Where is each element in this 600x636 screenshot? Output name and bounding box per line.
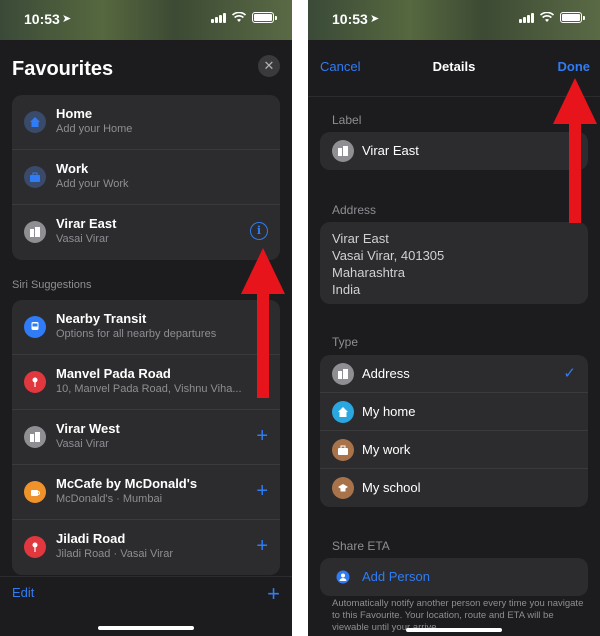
label-card: Virar East — [320, 132, 588, 170]
add-person-button[interactable]: Add Person — [362, 569, 430, 584]
graduation-cap-icon — [332, 477, 354, 499]
status-bar: 10:53 ➤ — [308, 0, 600, 40]
label-field[interactable]: Virar East — [320, 132, 588, 170]
address-line: Virar East — [332, 231, 389, 246]
location-arrow-icon: ➤ — [370, 13, 380, 25]
suggestion-title: Manvel Pada Road — [56, 366, 171, 381]
building-icon — [332, 140, 354, 162]
type-label: My school — [362, 480, 421, 495]
type-list: Address ✓ My home My work My school — [320, 355, 588, 507]
suggestion-mccafe[interactable]: McCafe by McDonald's McDonald's · Mumbai… — [12, 465, 280, 520]
suggestion-subtitle: Vasai Virar — [56, 438, 109, 450]
details-sheet: Cancel Details Done Label Virar East Add… — [308, 40, 600, 636]
suggestion-virar-west[interactable]: Virar West Vasai Virar + — [12, 410, 280, 465]
favourite-title: Home — [56, 106, 93, 121]
type-label: My home — [362, 404, 416, 419]
address-line: Vasai Virar, 401305 — [332, 248, 445, 263]
page-title: Details — [432, 59, 476, 74]
cafe-icon — [24, 481, 46, 503]
add-icon[interactable]: + — [256, 536, 268, 556]
building-icon — [24, 426, 46, 448]
label-value: Virar East — [362, 143, 419, 158]
suggestion-title: McCafe by McDonald's — [56, 476, 198, 491]
pin-icon — [24, 371, 46, 393]
add-icon[interactable]: + — [256, 426, 268, 446]
favourite-title: Virar East — [56, 216, 117, 231]
person-icon — [332, 566, 354, 588]
status-bar: 10:53 ➤ — [0, 0, 292, 40]
type-label: Address — [362, 366, 410, 381]
add-person-row[interactable]: Add Person — [320, 558, 588, 596]
info-icon[interactable]: i — [250, 222, 268, 240]
type-label: My work — [362, 442, 411, 457]
suggestion-subtitle: 10, Manvel Pada Road, Vishnu Viha... — [56, 383, 242, 395]
briefcase-icon — [332, 439, 354, 461]
house-icon — [24, 111, 46, 133]
favourites-screen: 10:53 ➤ Favourites ✕ Home Add your Home … — [0, 0, 292, 636]
signal-icon — [519, 12, 534, 23]
status-time: 10:53 — [332, 11, 368, 27]
type-my-work[interactable]: My work — [320, 431, 588, 469]
type-heading: Type — [332, 335, 359, 349]
add-favourite-button[interactable]: + — [267, 581, 280, 607]
bottom-toolbar: Edit + — [0, 576, 292, 636]
pin-icon — [24, 536, 46, 558]
share-eta-card: Add Person — [320, 558, 588, 596]
status-icons — [519, 12, 585, 23]
favourites-sheet: Favourites ✕ Home Add your Home Work Add… — [0, 40, 292, 636]
address-line: Maharashtra — [332, 265, 405, 280]
suggestion-title: Virar West — [56, 421, 120, 436]
share-eta-heading: Share ETA — [332, 539, 390, 553]
checkmark-icon: ✓ — [563, 365, 576, 382]
wifi-icon — [232, 12, 246, 22]
battery-icon — [560, 12, 585, 23]
building-icon — [332, 363, 354, 385]
status-icons — [211, 12, 277, 23]
status-time: 10:53 — [24, 11, 60, 27]
suggestion-subtitle: McDonald's · Mumbai — [56, 493, 163, 505]
suggestion-title: Jiladi Road — [56, 531, 126, 546]
annotation-arrow — [553, 78, 597, 223]
suggestion-subtitle: Jiladi Road · Vasai Virar — [56, 548, 173, 560]
home-indicator — [406, 628, 502, 632]
type-my-home[interactable]: My home — [320, 393, 588, 431]
house-icon — [332, 401, 354, 423]
suggestion-subtitle: Options for all nearby departures — [56, 328, 217, 340]
favourite-work[interactable]: Work Add your Work — [12, 150, 280, 205]
close-icon: ✕ — [263, 58, 275, 73]
annotation-arrow — [241, 248, 285, 398]
favourites-list: Home Add your Home Work Add your Work Vi… — [12, 95, 280, 260]
train-icon — [24, 316, 46, 338]
favourite-subtitle: Add your Work — [56, 178, 129, 190]
briefcase-icon — [24, 166, 46, 188]
done-button[interactable]: Done — [558, 59, 591, 74]
type-address[interactable]: Address ✓ — [320, 355, 588, 393]
wifi-icon — [540, 12, 554, 22]
favourite-title: Work — [56, 161, 89, 176]
home-indicator — [98, 626, 194, 630]
label-heading: Label — [332, 113, 362, 127]
address-heading: Address — [332, 203, 377, 217]
suggestion-jiladi-road[interactable]: Jiladi Road Jiladi Road · Vasai Virar + — [12, 520, 280, 575]
location-arrow-icon: ➤ — [62, 13, 72, 25]
close-button[interactable]: ✕ — [258, 55, 280, 77]
favourite-subtitle: Vasai Virar — [56, 233, 109, 245]
details-screen: 10:53 ➤ Cancel Details Done Label Virar … — [308, 0, 600, 636]
favourite-subtitle: Add your Home — [56, 123, 133, 135]
address-card: Virar East Vasai Virar, 401305 Maharasht… — [320, 222, 588, 304]
battery-icon — [252, 12, 277, 23]
siri-suggestions-label: Siri Suggestions — [12, 279, 92, 291]
address-text: Virar East Vasai Virar, 401305 Maharasht… — [332, 230, 444, 298]
favourite-home[interactable]: Home Add your Home — [12, 95, 280, 150]
edit-button[interactable]: Edit — [12, 585, 34, 600]
signal-icon — [211, 12, 226, 23]
address-line: India — [332, 282, 361, 297]
page-title: Favourites — [12, 58, 114, 80]
building-icon — [24, 221, 46, 243]
type-my-school[interactable]: My school — [320, 469, 588, 507]
add-icon[interactable]: + — [256, 481, 268, 501]
suggestion-title: Nearby Transit — [56, 311, 147, 326]
